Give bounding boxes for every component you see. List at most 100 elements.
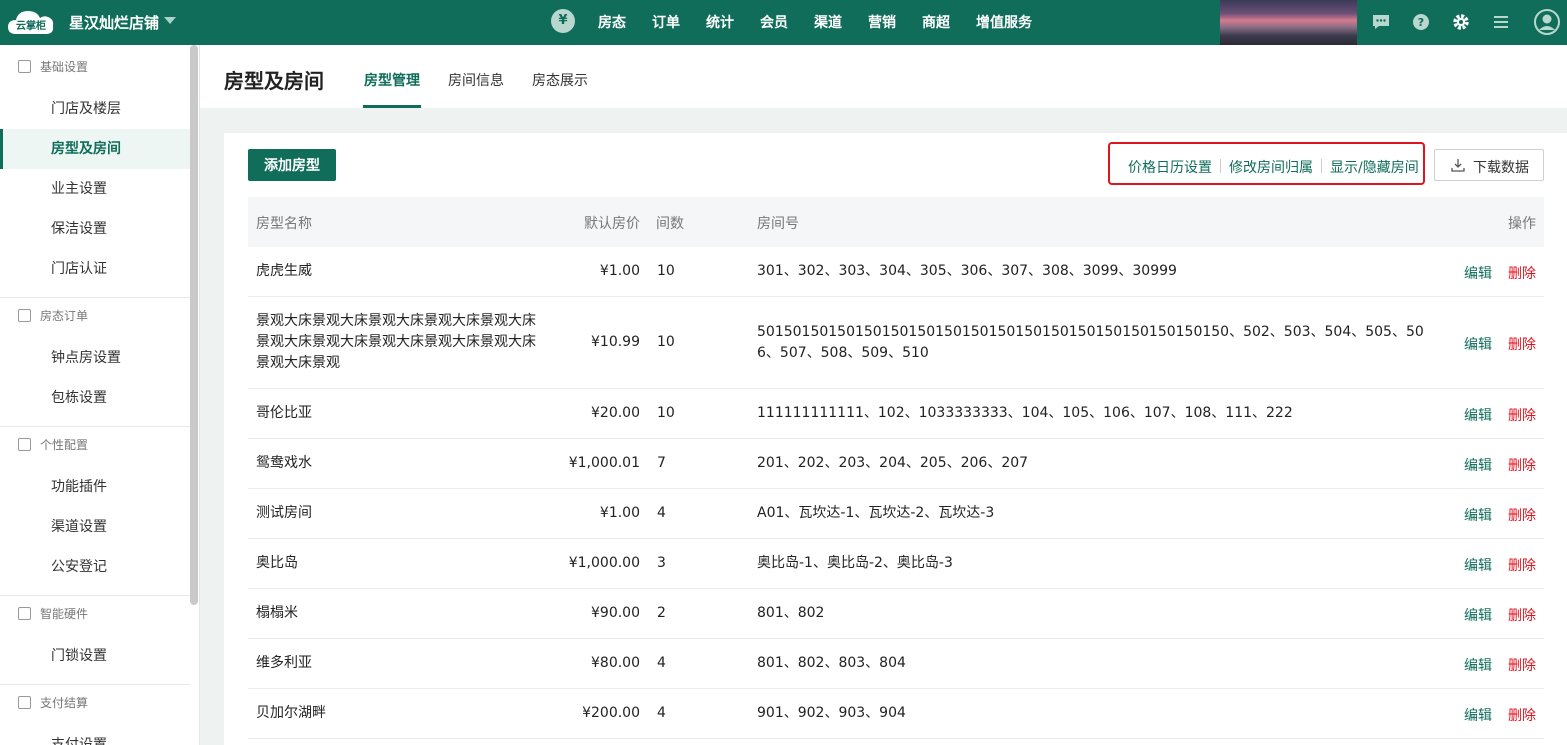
default-price: ¥20.00 <box>591 405 640 421</box>
top-nav-bar: 云掌柜 星汉灿烂店铺 ¥ 房态 订单 统计 会员 渠道 营销 商超 增值服务 ? <box>0 0 1567 45</box>
nav-item-marketing[interactable]: 营销 <box>868 12 896 32</box>
nav-item-statistics[interactable]: 统计 <box>706 12 734 32</box>
config-icon <box>18 438 31 451</box>
room-numbers: 801、802 <box>757 605 825 621</box>
default-price: ¥10.99 <box>591 334 640 350</box>
edit-link[interactable]: 编辑 <box>1464 555 1492 575</box>
room-type-name: 鸳鸯戏水 <box>256 455 312 471</box>
gear-icon[interactable] <box>1451 12 1471 32</box>
main-content: 房型及房间 房型管理 房间信息 房态展示 添加房型 价格日历设置 修改房间归属 … <box>200 45 1567 745</box>
content-header: 房型及房间 房型管理 房间信息 房态展示 <box>200 45 1567 108</box>
sidebar-group-title: 智能硬件 <box>0 592 190 636</box>
edit-link[interactable]: 编辑 <box>1464 455 1492 475</box>
tab-room-info[interactable]: 房间信息 <box>448 70 504 90</box>
table-header: 房型名称 默认房价 间数 房间号 操作 <box>248 197 1544 247</box>
table-row: 贝加尔湖畔 ¥200.00 4 901、902、903、904 编辑 删除 <box>248 689 1544 739</box>
hamburger-menu-icon[interactable] <box>1491 12 1511 32</box>
nav-item-channels[interactable]: 渠道 <box>814 12 842 32</box>
brand-logo[interactable]: 云掌柜 <box>6 6 56 38</box>
price-calendar-link[interactable]: 价格日历设置 <box>1128 157 1212 177</box>
delete-link[interactable]: 删除 <box>1508 605 1536 625</box>
promo-banner-image[interactable] <box>1220 0 1357 45</box>
delete-link[interactable]: 删除 <box>1508 705 1536 725</box>
room-type-name: 贝加尔湖畔 <box>256 705 326 721</box>
sidebar-item-whole-building[interactable]: 包栋设置 <box>0 378 190 418</box>
delete-link[interactable]: 删除 <box>1508 655 1536 675</box>
room-count: 4 <box>657 505 666 521</box>
chevron-down-icon[interactable] <box>164 17 176 24</box>
edit-link[interactable]: 编辑 <box>1464 505 1492 525</box>
table-row: 景观大床景观大床景观大床景观大床景观大床景观大床景观大床景观大床景观大床景观大床… <box>248 297 1544 389</box>
sidebar-group-payment: 支付结算 支付设置 <box>0 681 190 745</box>
edit-link[interactable]: 编辑 <box>1464 263 1492 283</box>
download-data-button[interactable]: 下载数据 <box>1434 149 1544 181</box>
room-type-name: 测试房间 <box>256 505 312 521</box>
help-icon[interactable]: ? <box>1411 12 1431 32</box>
table-row: 维多利亚 ¥80.00 4 801、802、803、804 编辑 删除 <box>248 639 1544 689</box>
delete-link[interactable]: 删除 <box>1508 334 1536 354</box>
store-name[interactable]: 星汉灿烂店铺 <box>69 12 159 33</box>
room-type-name: 奥比岛 <box>256 555 298 571</box>
chat-icon[interactable] <box>1371 12 1391 32</box>
show-hide-rooms-link[interactable]: 显示/隐藏房间 <box>1330 157 1419 177</box>
delete-link[interactable]: 删除 <box>1508 263 1536 283</box>
sidebar-scrollbar[interactable] <box>190 45 198 605</box>
modify-room-ownership-link[interactable]: 修改房间归属 <box>1229 157 1313 177</box>
default-price: ¥200.00 <box>582 705 640 721</box>
sidebar-item-store-floors[interactable]: 门店及楼层 <box>0 89 190 129</box>
table-row: 奥比岛 ¥1,000.00 3 奥比岛-1、奥比岛-2、奥比岛-3 编辑 删除 <box>248 539 1544 589</box>
logo-text: 云掌柜 <box>16 21 46 32</box>
nav-item-store[interactable]: 商超 <box>922 12 950 32</box>
tab-room-status-display[interactable]: 房态展示 <box>532 70 588 90</box>
sidebar-item-plugins[interactable]: 功能插件 <box>0 467 190 507</box>
sidebar-item-payment-settings[interactable]: 支付设置 <box>0 725 190 745</box>
sidebar-item-cleaning[interactable]: 保洁设置 <box>0 209 190 249</box>
nav-item-room-status[interactable]: 房态 <box>598 12 626 32</box>
tab-room-type-management[interactable]: 房型管理 <box>364 70 420 90</box>
sidebar-group-title: 支付结算 <box>0 681 190 725</box>
default-price: ¥1.00 <box>599 263 640 279</box>
col-header-count: 间数 <box>656 216 684 232</box>
col-header-name: 房型名称 <box>256 216 312 232</box>
nav-item-members[interactable]: 会员 <box>760 12 788 32</box>
delete-link[interactable]: 删除 <box>1508 505 1536 525</box>
room-type-panel: 添加房型 价格日历设置 修改房间归属 显示/隐藏房间 下载数据 房型名称 默认房… <box>224 133 1567 745</box>
nav-item-orders[interactable]: 订单 <box>652 12 680 32</box>
room-count: 7 <box>657 455 666 471</box>
edit-link[interactable]: 编辑 <box>1464 605 1492 625</box>
edit-link[interactable]: 编辑 <box>1464 655 1492 675</box>
sidebar-item-door-lock[interactable]: 门锁设置 <box>0 636 190 676</box>
edit-link[interactable]: 编辑 <box>1464 705 1492 725</box>
download-label: 下载数据 <box>1473 159 1529 175</box>
nav-item-value-added[interactable]: 增值服务 <box>976 12 1032 32</box>
delete-link[interactable]: 删除 <box>1508 455 1536 475</box>
room-numbers: 111111111111、102、1033333333、104、105、106、… <box>757 405 1293 421</box>
room-numbers: A01、瓦坎达-1、瓦坎达-2、瓦坎达-3 <box>757 505 995 521</box>
edit-link[interactable]: 编辑 <box>1464 405 1492 425</box>
sidebar-item-room-types[interactable]: 房型及房间 <box>0 129 190 169</box>
sidebar-item-hourly-room[interactable]: 钟点房设置 <box>0 338 190 378</box>
svg-text:?: ? <box>1418 16 1424 29</box>
user-avatar-icon[interactable] <box>1533 8 1561 36</box>
sidebar-group-orders: 房态订单 钟点房设置 包栋设置 <box>0 294 190 427</box>
calendar-icon <box>18 309 31 322</box>
sidebar-item-store-cert[interactable]: 门店认证 <box>0 249 190 289</box>
room-type-name: 景观大床景观大床景观大床景观大床景观大床景观大床景观大床景观大床景观大床景观大床… <box>256 313 536 371</box>
room-type-name: 虎虎生威 <box>256 263 312 279</box>
table-row: 测试房间 ¥1.00 4 A01、瓦坎达-1、瓦坎达-2、瓦坎达-3 编辑 删除 <box>248 489 1544 539</box>
room-numbers: 901、902、903、904 <box>757 705 906 721</box>
yen-icon[interactable]: ¥ <box>551 9 575 33</box>
sidebar-item-channel-settings[interactable]: 渠道设置 <box>0 507 190 547</box>
delete-link[interactable]: 删除 <box>1508 405 1536 425</box>
sidebar-group-custom: 个性配置 功能插件 渠道设置 公安登记 <box>0 423 190 596</box>
room-count: 10 <box>657 334 675 350</box>
sidebar-item-owner[interactable]: 业主设置 <box>0 169 190 209</box>
sidebar-item-police-registration[interactable]: 公安登记 <box>0 547 190 587</box>
delete-link[interactable]: 删除 <box>1508 555 1536 575</box>
edit-link[interactable]: 编辑 <box>1464 334 1492 354</box>
default-price: ¥1,000.01 <box>568 455 640 471</box>
default-price: ¥90.00 <box>591 605 640 621</box>
room-type-name: 榻榻米 <box>256 605 298 621</box>
add-room-type-button[interactable]: 添加房型 <box>248 149 336 181</box>
page-title: 房型及房间 <box>224 69 324 93</box>
